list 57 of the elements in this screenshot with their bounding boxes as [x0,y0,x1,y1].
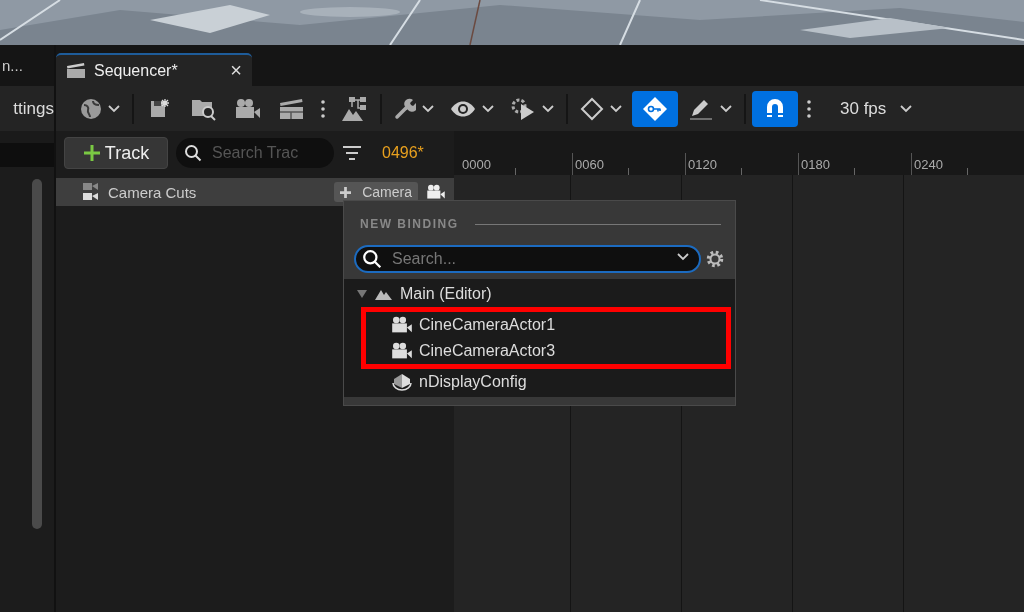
track-name: Camera Cuts [108,183,198,201]
hierarchy-icon [341,95,367,122]
search-field[interactable]: Search Trac [176,138,334,168]
caret-icon [900,104,913,113]
caret-icon [610,104,622,113]
toolbar-button[interactable] [632,90,678,127]
globe-icon [80,97,102,120]
clapperboard-icon [66,62,86,79]
caret-icon [482,104,494,113]
frame-rate-dropdown[interactable]: 30 fps [834,94,919,123]
filter-icon[interactable] [342,145,362,161]
eye-icon [450,99,476,118]
panel-title: ttings [13,98,54,119]
camera-cuts-icon [82,182,100,202]
video-camera-icon [391,342,413,360]
sequencer-tab[interactable]: Sequencer* × [56,53,252,86]
expand-arrow-icon[interactable] [356,289,368,299]
more-icon [321,99,325,118]
plus-icon [340,186,352,198]
current-frame[interactable]: 0496* [382,144,424,162]
gear-play-icon [510,96,536,121]
ruler-label: 0000 [462,157,491,174]
toolbar-button[interactable] [752,90,798,127]
ruler-label: 0060 [575,157,604,174]
caret-icon [108,104,120,113]
key-icon [642,95,668,122]
tree-item[interactable]: Main (Editor) [344,281,735,307]
plus-icon [82,144,101,162]
video-camera-icon[interactable] [426,184,446,200]
caret-icon [677,253,689,261]
add-camera-button[interactable]: Camera [334,182,418,202]
clapperboard-icon [279,97,305,120]
section-heading: NEW BINDING [360,217,459,231]
more-icon [807,99,811,118]
tree-item[interactable]: CineCameraActor3 [361,338,731,369]
tab-label[interactable]: n... [2,57,23,74]
ruler-label: 0240 [914,157,943,174]
tree-item[interactable]: CineCameraActor1 [361,307,731,338]
video-camera-icon [391,316,413,334]
ruler-label: 0120 [688,157,717,174]
diamond-icon [580,96,604,121]
settings-icon[interactable] [705,249,725,269]
caret-icon [542,104,554,113]
track-row[interactable]: Camera Cuts Camera [56,178,454,206]
tree-item[interactable]: nDisplayConfig [361,369,731,395]
save-icon [150,97,170,120]
video-camera-icon [235,97,261,120]
add-track-button[interactable]: Track [64,137,168,169]
scrollbar[interactable] [32,179,42,529]
display-icon [391,373,413,391]
close-button[interactable]: × [230,59,242,82]
ruler-label: 0180 [801,157,830,174]
caret-icon [720,104,732,113]
caret-icon [422,104,434,113]
search-icon [362,249,382,269]
search-field[interactable]: Search... [354,245,701,273]
wrench-icon [394,97,416,120]
